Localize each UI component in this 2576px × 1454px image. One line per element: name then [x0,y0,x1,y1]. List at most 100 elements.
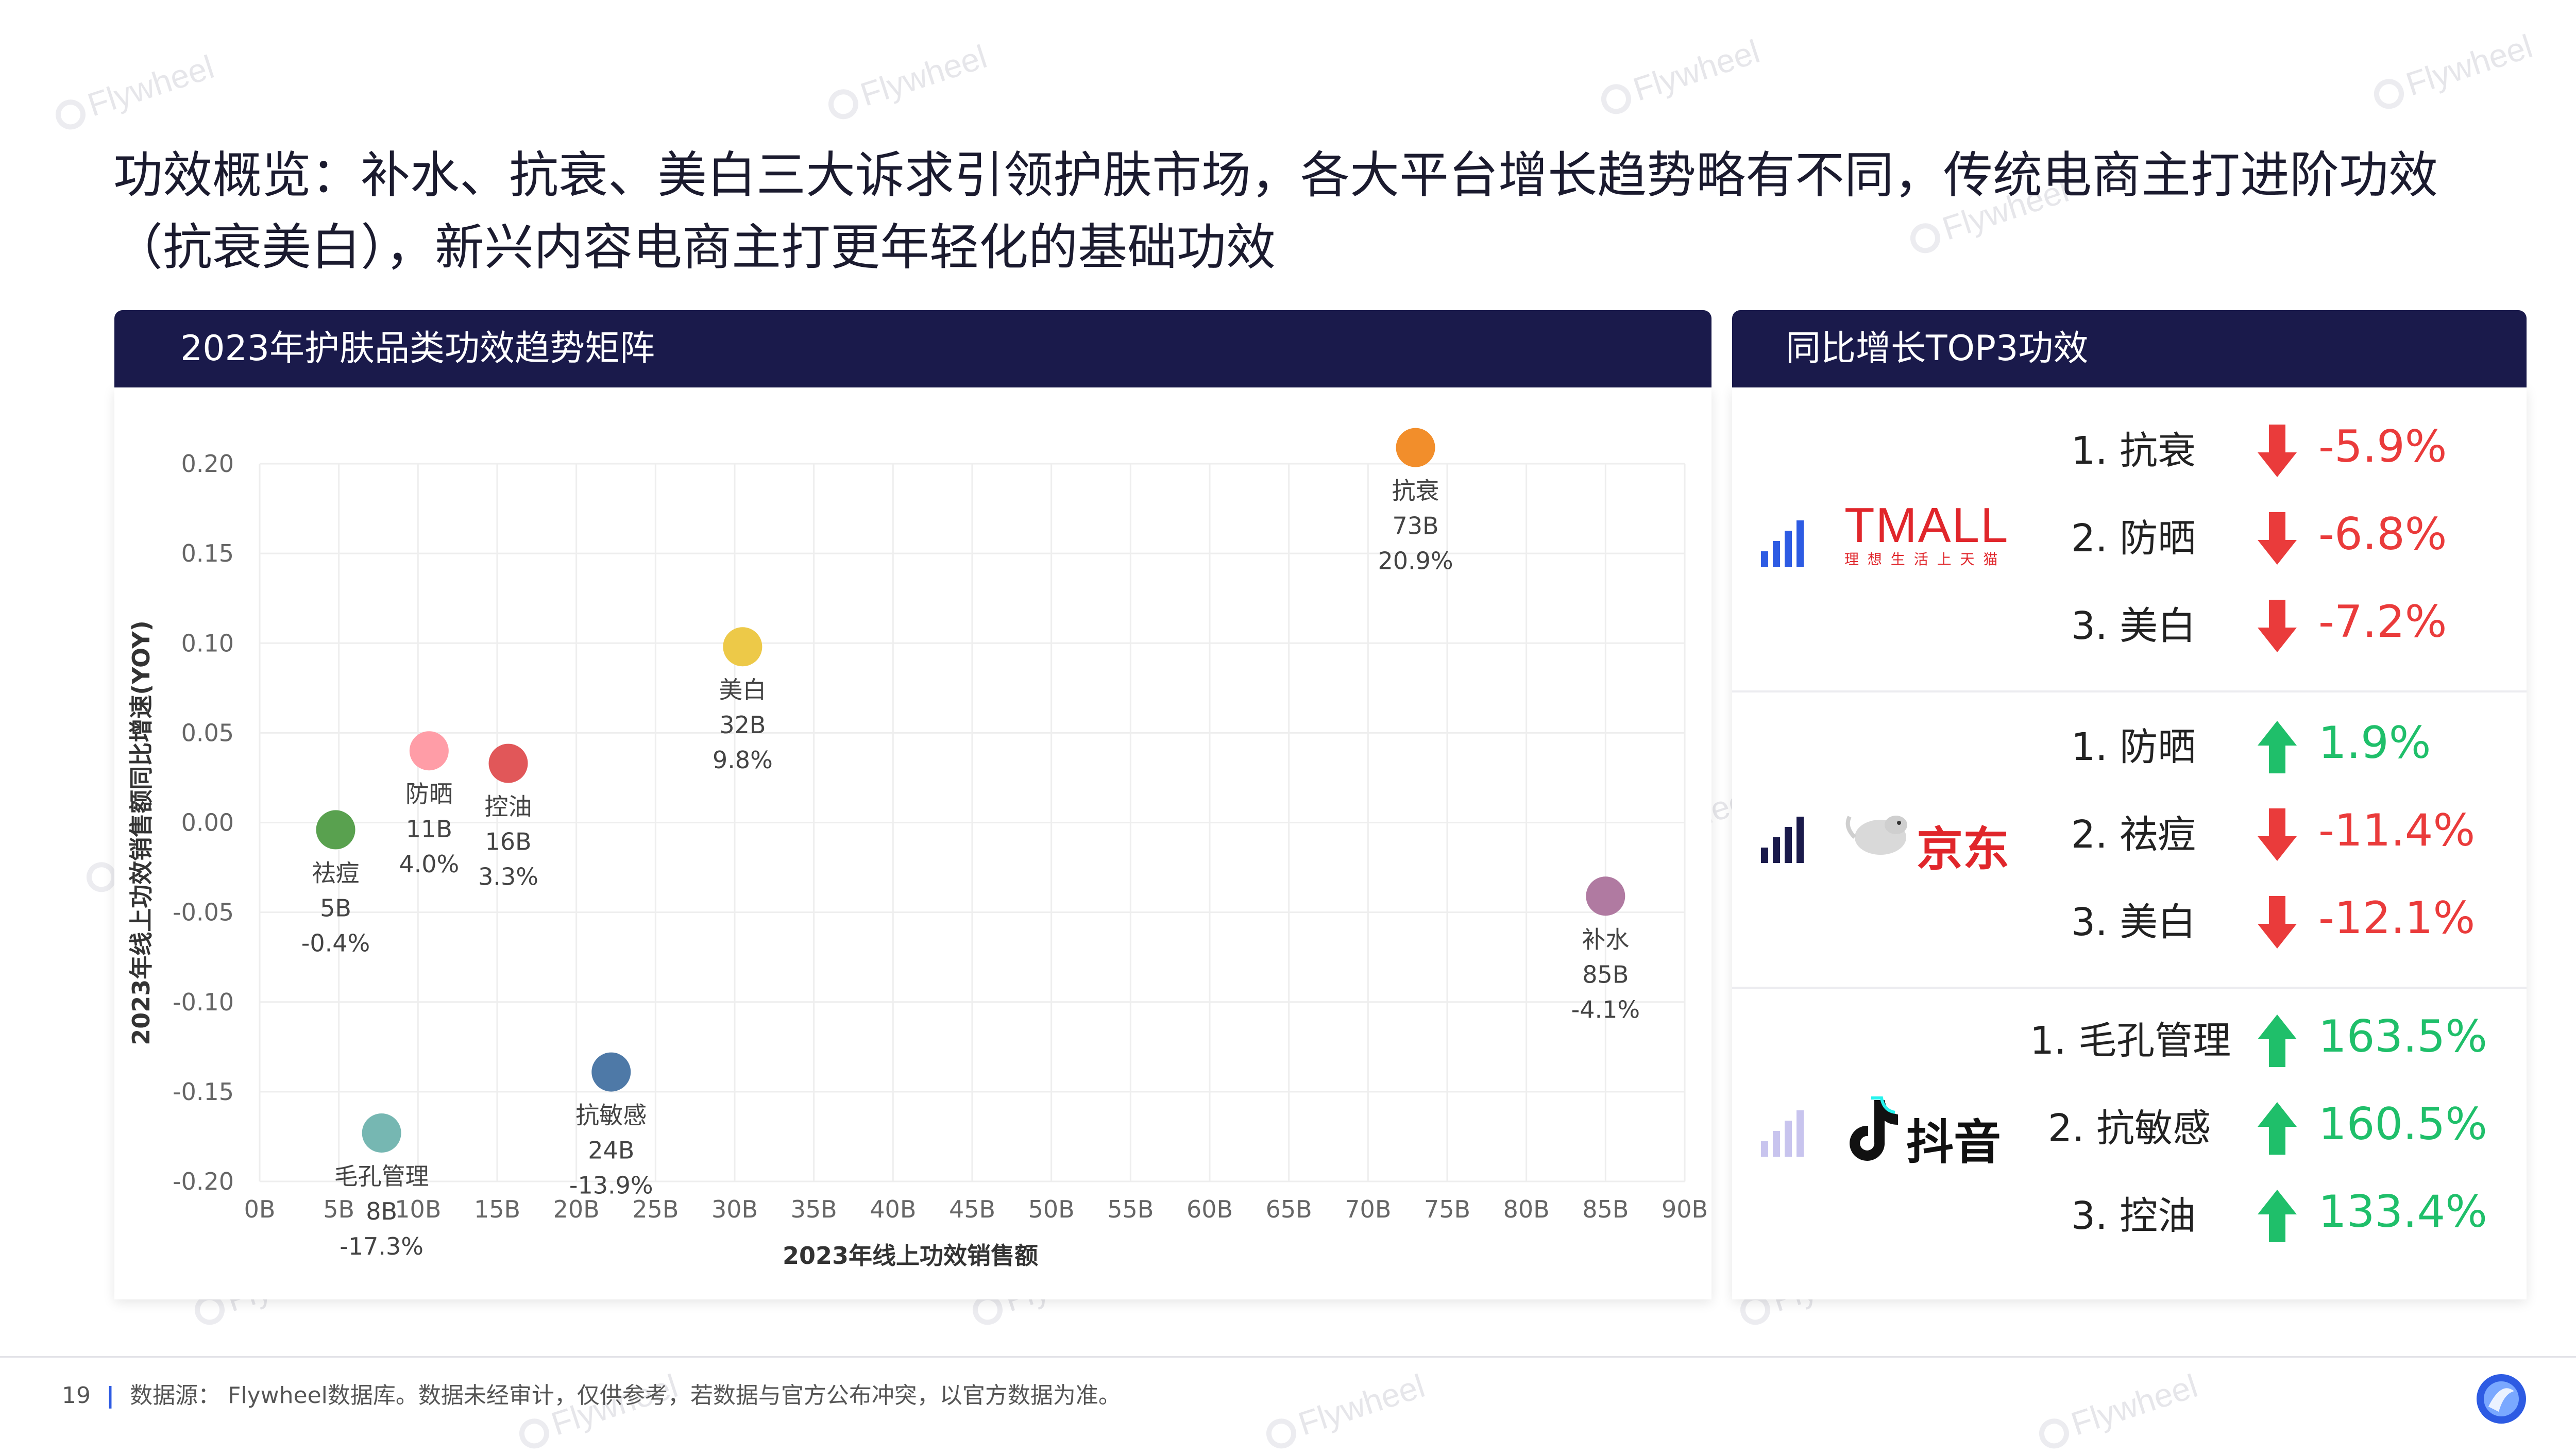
growth-value: 133.4% [2318,1186,2487,1238]
y-tick-label: -0.10 [173,988,234,1016]
watermark-text: Flywheel [2033,1366,2202,1453]
watermark-text: Flywheel [49,47,218,134]
rank-number: 1. [2030,1019,2066,1063]
watermark-logo-icon [2370,75,2408,113]
effect-name: 美白 [2107,604,2196,648]
effect-name: 控油 [2107,1194,2196,1238]
flywheel-logo-icon [2477,1374,2526,1424]
effect-name: 防晒 [2107,516,2196,561]
x-tick-label: 60B [1187,1195,1233,1223]
point-label-yoy: -17.3% [340,1232,423,1260]
up-arrow-icon [2257,719,2298,775]
point-label-yoy: -0.4% [301,929,370,957]
section-divider [1732,690,2527,692]
rank-number: 1. [2071,429,2108,473]
tmall-logo-subtitle: 理 想 生 活 上 天 猫 [1844,551,2000,568]
rank-number: 3. [2071,900,2108,944]
x-tick-label: 25B [632,1195,679,1223]
rank-item-label: 2. 祛痘 [2071,799,2196,871]
point-label-sales: 11B [406,815,452,843]
x-tick-label: 0B [244,1195,276,1223]
jd-dog-icon [1845,816,1907,855]
growth-value: -5.9% [2318,421,2447,472]
watermark-label: Flywheel [83,48,218,124]
x-tick-label: 65B [1266,1195,1312,1223]
watermark-label: Flywheel [2066,1367,2202,1443]
x-tick-label: 90B [1662,1195,1708,1223]
watermark-logo-icon [1597,80,1635,118]
page-title: 功效概览：补水、抗衰、美白三大诉求引领护肤市场，各大平台增长趋势略有不同，传统电… [113,146,2438,276]
down-arrow-icon [2257,894,2298,951]
effect-name: 祛痘 [2107,813,2196,857]
x-tick-label: 80B [1503,1195,1550,1223]
douyin-note-icon [1850,1096,1898,1161]
point-label-yoy: -4.1% [1571,995,1640,1023]
point-label-name: 抗敏感 [575,1102,647,1129]
section-divider [1732,987,2527,989]
down-arrow-icon [2257,422,2298,479]
down-arrow-icon [2257,598,2298,654]
point-label-name: 祛痘 [312,859,360,887]
data-point [409,731,449,771]
x-tick-label: 20B [553,1195,600,1223]
point-label-sales: 32B [719,711,766,739]
watermark-text: Flywheel [1260,1366,1429,1453]
data-point [591,1052,631,1092]
bar-chart-icon [1761,520,1807,567]
point-label-name: 补水 [1582,925,1629,953]
y-tick-label: -0.20 [173,1168,234,1195]
y-tick-label: 0.20 [181,450,234,478]
point-label-sales: 73B [1392,512,1438,540]
y-tick-label: 0.15 [181,539,234,567]
x-tick-label: 85B [1582,1195,1629,1223]
tmall-logo-icon: TMALL 理 想 生 活 上 天 猫 [1844,500,2020,587]
x-tick-label: 40B [870,1195,916,1223]
data-point [723,627,762,667]
point-label-sales: 24B [588,1137,634,1164]
watermark-label: Flywheel [1294,1367,1429,1443]
rank-item-label: 3. 美白 [2071,590,2196,662]
rank-number: 2. [2071,516,2108,561]
watermark-label: Flywheel [1629,32,1764,108]
effect-name: 毛孔管理 [2066,1019,2231,1063]
effect-name: 美白 [2107,900,2196,944]
growth-value: 1.9% [2318,717,2431,769]
point-label-yoy: 9.8% [713,746,773,774]
footer-pipe: | [106,1382,115,1409]
point-label-yoy: 3.3% [478,863,538,891]
point-label-name: 抗衰 [1392,477,1439,505]
top3-panel-title: 同比增长TOP3功效 [1786,328,2089,369]
point-label-yoy: 4.0% [399,850,459,878]
x-tick-label: 50B [1028,1195,1075,1223]
chart-panel-title: 2023年护肤品类功效趋势矩阵 [180,328,655,369]
douyin-logo-icon: 抖音 [1844,1090,2020,1177]
point-label-sales: 16B [485,828,531,856]
tmall-logo-text: TMALL [1844,498,2009,553]
bar-chart-icon [1761,1110,1807,1157]
rank-item-label: 1. 抗衰 [2071,415,2196,487]
growth-value: -6.8% [2318,509,2447,560]
watermark-label: Flywheel [2401,27,2537,103]
jd-logo-text: 京东 [1917,822,2009,876]
watermark-text: Flywheel [822,37,991,124]
y-axis-title: 2023年线上功效销售额同比增速(YOY) [127,620,155,1045]
rank-number: 2. [2048,1106,2084,1151]
effect-name: 抗敏感 [2084,1106,2211,1151]
data-point [488,743,528,783]
rank-item-label: 2. 抗敏感 [2048,1092,2211,1164]
y-tick-label: -0.15 [173,1078,234,1106]
effect-name: 防晒 [2107,725,2196,769]
rank-item-label: 3. 美白 [2071,886,2196,958]
footer-source: 数据源： Flywheel数据库。数据未经审计，仅供参考，若数据与官方公布冲突，… [130,1382,1121,1409]
watermark-logo-icon [824,85,862,123]
bar-chart-icon [1761,817,1807,863]
rank-number: 1. [2071,725,2108,769]
watermark-label: Flywheel [856,38,991,113]
data-point [362,1113,401,1153]
point-label-sales: 5B [320,894,351,922]
point-label-name: 控油 [485,793,532,821]
footer-divider [0,1356,2576,1358]
x-tick-label: 70B [1345,1195,1391,1223]
y-tick-label: 0.05 [181,719,234,747]
watermark-logo-icon [515,1414,553,1452]
